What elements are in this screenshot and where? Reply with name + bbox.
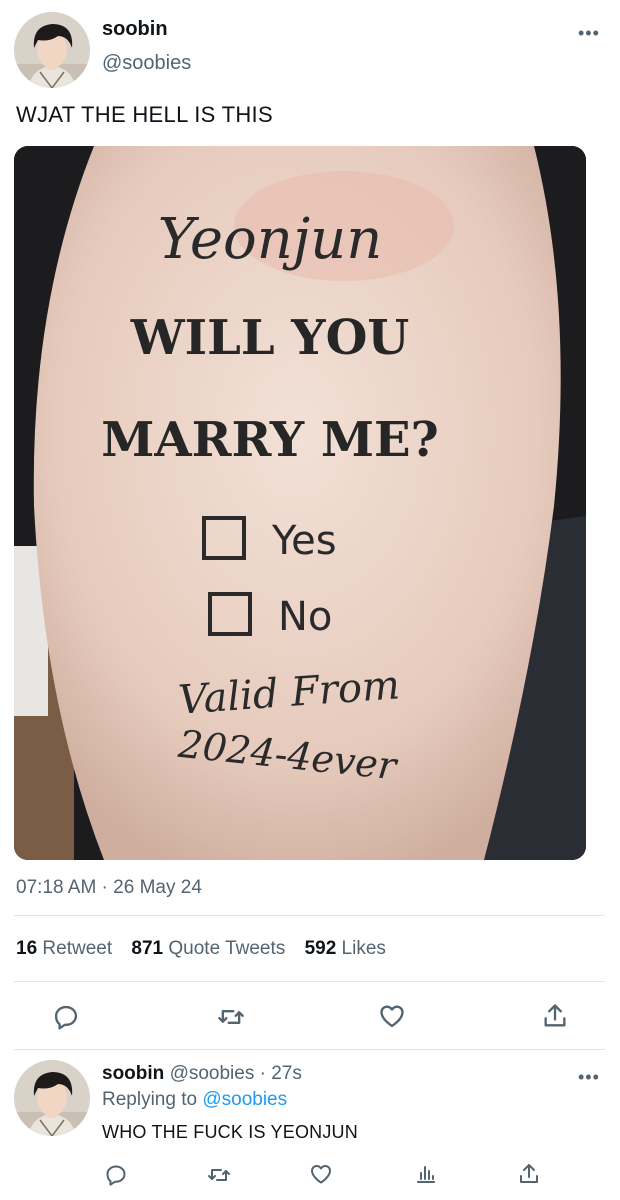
- more-horizontal-icon[interactable]: •••: [578, 1068, 600, 1086]
- svg-text:MARRY ME?: MARRY ME?: [101, 412, 439, 468]
- author-handle[interactable]: @soobies: [102, 52, 191, 75]
- tweet-timestamp[interactable]: 07:18 AM · 26 May 24: [16, 877, 202, 899]
- like-icon[interactable]: [309, 1162, 333, 1186]
- replying-to-link[interactable]: @soobies: [202, 1089, 287, 1110]
- quote-tweets-stat[interactable]: 871 Quote Tweets: [131, 938, 285, 959]
- likes-stat[interactable]: 592 Likes: [305, 938, 386, 959]
- reply-avatar[interactable]: [14, 1060, 90, 1136]
- divider: [14, 1049, 605, 1050]
- svg-text:No: No: [278, 594, 332, 640]
- retweets-stat[interactable]: 16 Retweet: [16, 938, 112, 959]
- analytics-icon[interactable]: [414, 1162, 438, 1186]
- reply-icon[interactable]: [52, 1003, 80, 1031]
- reply-icon[interactable]: [104, 1163, 128, 1187]
- reply-time[interactable]: · 27s: [260, 1063, 302, 1084]
- svg-text:Yes: Yes: [271, 518, 337, 564]
- divider: [14, 981, 605, 982]
- divider: [14, 915, 605, 916]
- avatar[interactable]: [14, 12, 90, 88]
- replying-to: Replying to @soobies: [102, 1089, 288, 1110]
- svg-text:Yeonjun: Yeonjun: [158, 207, 383, 272]
- tweet-text: WJAT THE HELL IS THIS: [16, 102, 273, 127]
- tweet-photo[interactable]: Yeonjun WILL YOU MARRY ME? Yes No Valid …: [14, 146, 586, 860]
- reply-header: soobin @soobies · 27s: [102, 1063, 302, 1085]
- author-name[interactable]: soobin: [102, 18, 168, 41]
- reply-text: WHO THE FUCK IS YEONJUN: [102, 1122, 358, 1142]
- like-icon[interactable]: [378, 1002, 406, 1030]
- reply-author-handle[interactable]: @soobies: [170, 1063, 255, 1084]
- reply-author-name[interactable]: soobin: [102, 1063, 164, 1084]
- retweet-icon[interactable]: [216, 1003, 246, 1031]
- share-icon[interactable]: [541, 1002, 569, 1030]
- more-horizontal-icon[interactable]: •••: [578, 24, 600, 42]
- svg-text:WILL YOU: WILL YOU: [130, 310, 410, 366]
- retweet-icon[interactable]: [206, 1163, 232, 1187]
- tweet-stats: 16 Retweet 871 Quote Tweets 592 Likes: [16, 938, 400, 960]
- share-icon[interactable]: [517, 1162, 541, 1186]
